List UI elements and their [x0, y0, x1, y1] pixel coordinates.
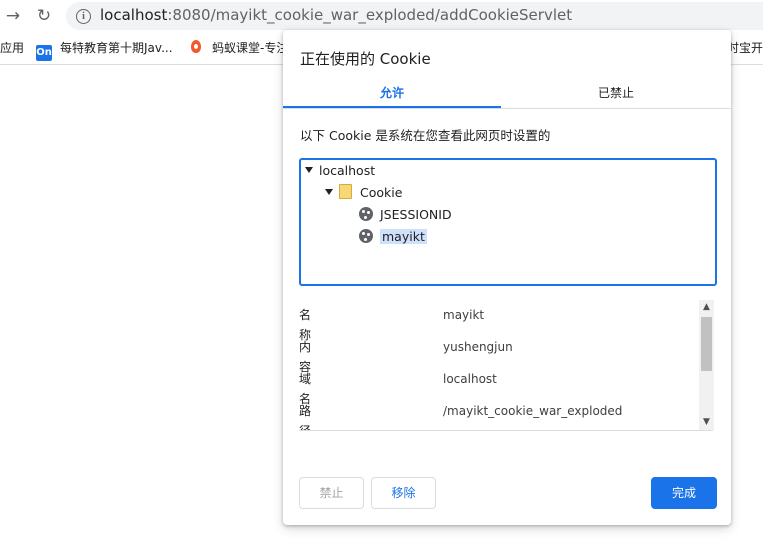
reload-icon[interactable]: ↻	[33, 5, 55, 27]
ant-icon	[189, 39, 203, 55]
scroll-up-icon[interactable]: ▲	[699, 300, 714, 315]
done-button[interactable]: 完成	[651, 477, 717, 509]
tab-blocked[interactable]: 已禁止	[501, 80, 731, 108]
bookmark-item[interactable]: 时宝开	[727, 39, 763, 56]
cookie-icon	[359, 207, 373, 221]
block-button[interactable]: 禁止	[299, 477, 364, 509]
tab-allowed[interactable]: 允许	[283, 80, 501, 108]
site-info-icon[interactable]: i	[76, 9, 91, 24]
site-label: localhost	[319, 163, 376, 178]
url-host: localhost	[100, 6, 168, 24]
detail-value: mayikt	[443, 308, 485, 322]
browser-toolbar: → ↻ i localhost:8080/mayikt_cookie_war_e…	[0, 0, 763, 32]
cookie-label: JSESSIONID	[380, 207, 452, 222]
details-scrollbar[interactable]: ▲ ▼	[699, 300, 714, 430]
scrollbar-thumb[interactable]	[701, 317, 712, 371]
cookie-label: mayikt	[380, 229, 427, 244]
cookie-icon	[359, 229, 373, 243]
detail-value: /mayikt_cookie_war_exploded	[443, 404, 623, 418]
tree-node-cookie-selected[interactable]: mayikt	[359, 227, 427, 247]
folder-label: Cookie	[360, 185, 403, 200]
cookies-in-use-dialog: 正在使用的 Cookie 允许 已禁止 以下 Cookie 是系统在您查看此网页…	[283, 30, 731, 525]
on-icon: On	[36, 45, 52, 61]
cookie-details: 名称 mayikt 内容 yushengjun 域名 localhost 路径 …	[299, 300, 713, 431]
scroll-down-icon[interactable]: ▼	[699, 415, 714, 430]
folder-icon	[339, 184, 352, 199]
detail-value: localhost	[443, 372, 497, 386]
bookmark-item[interactable]: On 每特教育第十期Jav...	[36, 39, 173, 61]
bookmark-label: 每特教育第十期Jav...	[60, 41, 173, 55]
tree-node-site[interactable]: localhost	[305, 161, 375, 181]
bookmark-label: 时宝开	[727, 41, 763, 55]
address-bar[interactable]: i localhost:8080/mayikt_cookie_war_explo…	[66, 2, 763, 30]
url-text: localhost:8080/mayikt_cookie_war_explode…	[100, 6, 572, 24]
tree-node-folder[interactable]: Cookie	[325, 183, 402, 203]
cookie-tabs: 允许 已禁止	[283, 80, 731, 109]
expand-triangle-icon[interactable]	[305, 167, 313, 173]
detail-value: yushengjun	[443, 340, 513, 354]
dialog-title: 正在使用的 Cookie	[300, 50, 431, 68]
bookmark-item[interactable]: 蚂蚁课堂-专注	[189, 39, 288, 56]
dialog-description: 以下 Cookie 是系统在您查看此网页时设置的	[300, 128, 551, 143]
forward-arrow-icon[interactable]: →	[2, 5, 24, 27]
bookmark-apps[interactable]: 应用	[0, 39, 24, 56]
bookmark-label: 蚂蚁课堂-专注	[212, 41, 289, 55]
detail-label: 路径	[299, 404, 312, 431]
expand-triangle-icon[interactable]	[325, 189, 333, 195]
remove-button[interactable]: 移除	[371, 477, 436, 509]
cookie-tree[interactable]: localhost Cookie JSESSIONID mayikt	[299, 158, 717, 286]
tree-node-cookie[interactable]: JSESSIONID	[359, 205, 452, 225]
url-path: :8080/mayikt_cookie_war_exploded/addCook…	[167, 6, 573, 24]
